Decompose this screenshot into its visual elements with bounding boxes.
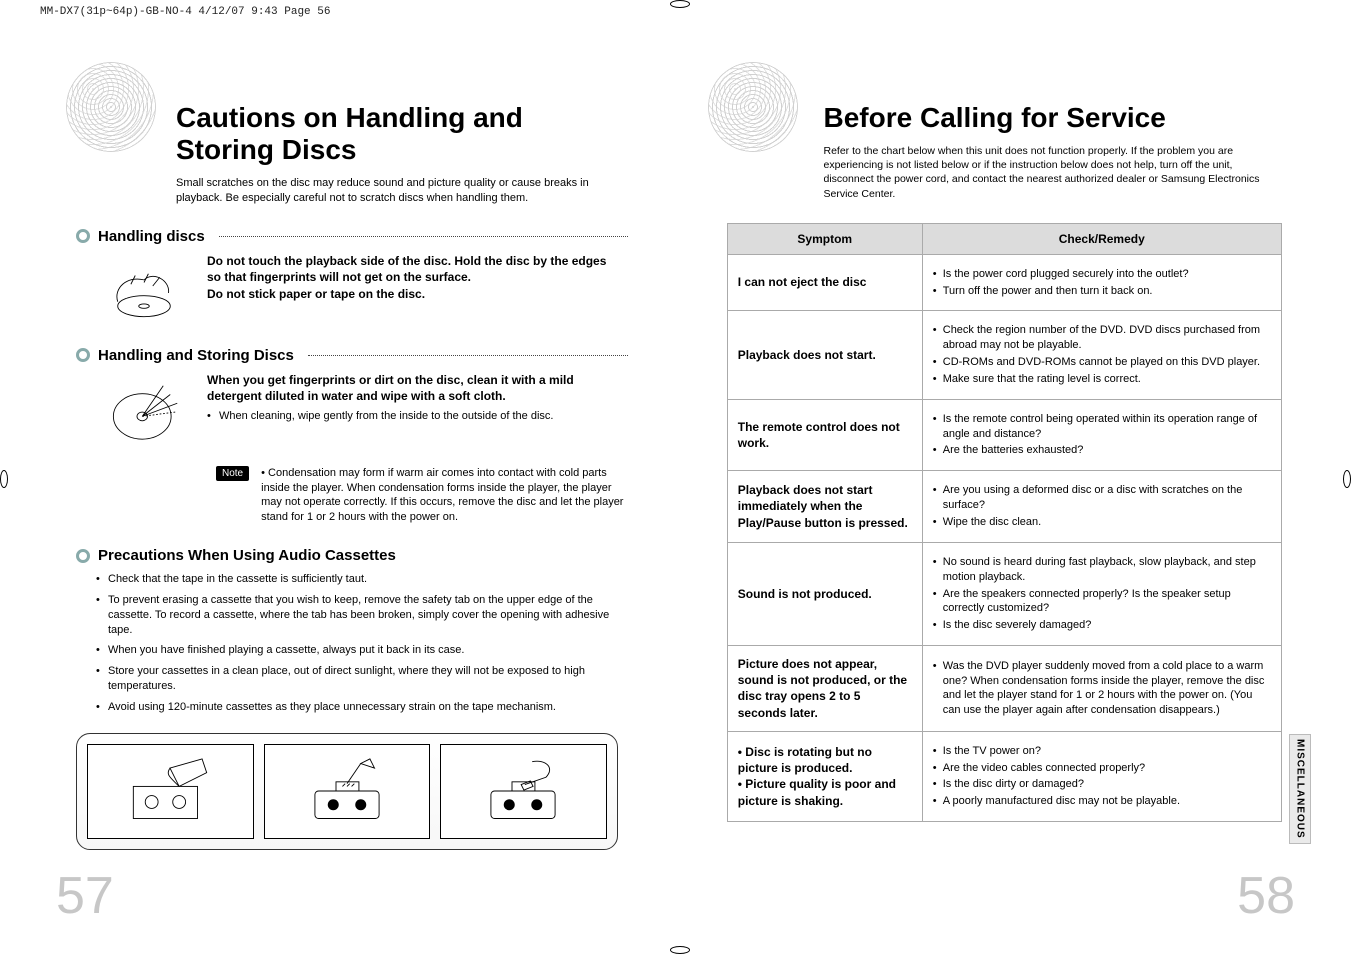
left-page: Cautions on Handling and Storing Discs S…: [38, 38, 656, 934]
remedy-item: CD-ROMs and DVD-ROMs cannot be played on…: [933, 355, 1271, 370]
dotted-rule: [219, 236, 628, 237]
section-title: Handling discs: [98, 228, 205, 245]
cassette-precautions-list: Check that the tape in the cassette is s…: [96, 572, 618, 715]
page-title: Before Calling for Service: [824, 102, 1286, 134]
remedy-item: Is the TV power on?: [933, 744, 1271, 759]
cassette-illustration-panel: [76, 733, 618, 850]
symptom-cell: I can not eject the disc: [727, 254, 922, 311]
remedy-item: Are the video cables connected properly?: [933, 761, 1271, 776]
section-bold-text: Do not stick paper or tape on the disc.: [207, 286, 618, 303]
disc-hold-illustration: [96, 253, 191, 333]
list-item: To prevent erasing a cassette that you w…: [96, 593, 618, 638]
section-heading-storing-discs: Handling and Storing Discs: [76, 347, 628, 364]
bullet-ring-icon: [76, 348, 90, 362]
intro-text: Refer to the chart below when this unit …: [824, 144, 1286, 201]
table-row: Playback does not start immediately when…: [727, 471, 1281, 543]
cassette-figure: [87, 744, 254, 839]
note-text: • Condensation may form if warm air come…: [261, 466, 627, 525]
disc-wipe-icon: [99, 377, 189, 447]
list-item: Avoid using 120-minute cassettes as they…: [96, 700, 618, 715]
remedy-item: A poorly manufactured disc may not be pl…: [933, 794, 1271, 809]
remedy-cell: Is the TV power on? Are the video cables …: [922, 731, 1281, 821]
decorative-swirl-icon: [708, 62, 798, 152]
list-item: Check that the tape in the cassette is s…: [96, 572, 618, 587]
table-header-symptom: Symptom: [727, 223, 922, 254]
side-tab-miscellaneous: MISCELLANEOUS: [1289, 734, 1311, 844]
section-title: Handling and Storing Discs: [98, 347, 294, 364]
table-header-remedy: Check/Remedy: [922, 223, 1281, 254]
cassette-taut-icon: [115, 751, 225, 831]
remedy-item: Are you using a deformed disc or a disc …: [933, 483, 1271, 513]
table-row: The remote control does not work. Is the …: [727, 399, 1281, 471]
crop-mark-icon: [670, 946, 690, 954]
symptom-cell: • Disc is rotating but no picture is pro…: [727, 731, 922, 821]
page-title: Cautions on Handling and Storing Discs: [176, 102, 628, 166]
decorative-swirl-icon: [66, 62, 156, 152]
cassette-figure: [440, 744, 607, 839]
table-row: Sound is not produced. No sound is heard …: [727, 542, 1281, 645]
symptom-cell: Picture does not appear, sound is not pr…: [727, 646, 922, 732]
list-item: When you have finished playing a cassett…: [96, 643, 618, 658]
right-page: Before Calling for Service Refer to the …: [696, 38, 1314, 934]
dotted-rule: [308, 355, 628, 356]
troubleshooting-table: Symptom Check/Remedy I can not eject the…: [727, 223, 1282, 822]
page-number: 57: [56, 866, 114, 926]
remedy-item: Check the region number of the DVD. DVD …: [933, 323, 1271, 353]
section-title: Precautions When Using Audio Cassettes: [98, 547, 396, 564]
remedy-item: Turn off the power and then turn it back…: [933, 284, 1271, 299]
cassette-tape-cover-icon: [468, 751, 578, 831]
section-bold-text: Do not touch the playback side of the di…: [207, 253, 618, 287]
document-header-meta: MM-DX7(31p~64p)-GB-NO-4 4/12/07 9:43 Pag…: [40, 6, 330, 18]
symptom-cell: Playback does not start.: [727, 311, 922, 399]
remedy-cell: Check the region number of the DVD. DVD …: [922, 311, 1281, 399]
remedy-item: Are the batteries exhausted?: [933, 443, 1271, 458]
crop-mark-icon: [0, 470, 8, 488]
remedy-item: Make sure that the rating level is corre…: [933, 372, 1271, 387]
disc-hand-icon: [99, 258, 189, 328]
remedy-cell: Was the DVD player suddenly moved from a…: [922, 646, 1281, 732]
remedy-item: Wipe the disc clean.: [933, 515, 1271, 530]
disc-clean-illustration: [96, 372, 191, 452]
intro-text: Small scratches on the disc may reduce s…: [176, 176, 628, 206]
section-heading-cassettes: Precautions When Using Audio Cassettes: [76, 547, 628, 564]
table-row: Picture does not appear, sound is not pr…: [727, 646, 1281, 732]
remedy-cell: Is the power cord plugged securely into …: [922, 254, 1281, 311]
section-heading-handling-discs: Handling discs: [76, 228, 628, 245]
section-text: When you get fingerprints or dirt on the…: [207, 372, 618, 452]
section-bold-text: When you get fingerprints or dirt on the…: [207, 372, 618, 406]
cassette-figure: [264, 744, 431, 839]
page-number: 58: [1237, 866, 1295, 926]
remedy-item: Was the DVD player suddenly moved from a…: [933, 659, 1271, 718]
symptom-cell: Sound is not produced.: [727, 542, 922, 645]
note-row: Note • Condensation may form if warm air…: [216, 466, 628, 525]
cassette-tab-remove-icon: [292, 751, 402, 831]
remedy-item: Are the speakers connected properly? Is …: [933, 587, 1271, 617]
remedy-item: Is the remote control being operated wit…: [933, 412, 1271, 442]
table-row: I can not eject the disc Is the power cor…: [727, 254, 1281, 311]
remedy-item: Is the disc dirty or damaged?: [933, 777, 1271, 792]
section-body: Do not touch the playback side of the di…: [96, 253, 618, 333]
remedy-item: No sound is heard during fast playback, …: [933, 555, 1271, 585]
symptom-cell: The remote control does not work.: [727, 399, 922, 471]
remedy-item: Is the power cord plugged securely into …: [933, 267, 1271, 282]
remedy-cell: Are you using a deformed disc or a disc …: [922, 471, 1281, 543]
bullet-ring-icon: [76, 229, 90, 243]
remedy-item: Is the disc severely damaged?: [933, 618, 1271, 633]
table-row: • Disc is rotating but no picture is pro…: [727, 731, 1281, 821]
crop-mark-icon: [1343, 470, 1351, 488]
section-body: When you get fingerprints or dirt on the…: [96, 372, 618, 452]
remedy-cell: No sound is heard during fast playback, …: [922, 542, 1281, 645]
table-row: Playback does not start. Check the region…: [727, 311, 1281, 399]
section-text: Do not touch the playback side of the di…: [207, 253, 618, 333]
symptom-cell: Playback does not start immediately when…: [727, 471, 922, 543]
section-bullet: When cleaning, wipe gently from the insi…: [207, 409, 608, 424]
remedy-cell: Is the remote control being operated wit…: [922, 399, 1281, 471]
note-badge: Note: [216, 466, 249, 481]
bullet-ring-icon: [76, 549, 90, 563]
list-item: Store your cassettes in a clean place, o…: [96, 664, 618, 694]
crop-mark-icon: [670, 0, 690, 8]
